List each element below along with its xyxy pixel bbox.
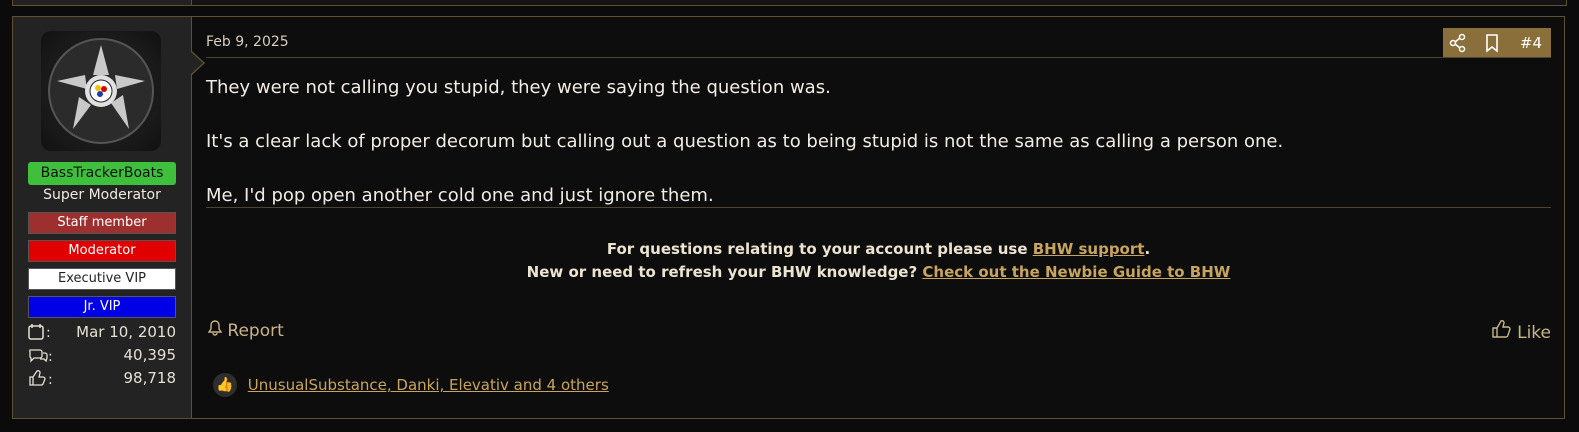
user-title: Super Moderator bbox=[43, 187, 161, 203]
thumbs-up-icon bbox=[1491, 320, 1512, 343]
thumbs-up-reaction-icon: 👍 bbox=[213, 373, 237, 397]
share-icon[interactable] bbox=[1449, 28, 1471, 58]
post-actions: #4 bbox=[1443, 28, 1551, 58]
username[interactable]: BassTrackerBoats bbox=[28, 162, 176, 185]
post-date[interactable]: Feb 9, 2025 bbox=[206, 34, 289, 50]
like-label: Like bbox=[1517, 323, 1551, 343]
stat-messages: : 40,395 bbox=[28, 346, 176, 366]
bhw-support-link[interactable]: BHW support bbox=[1033, 240, 1145, 258]
banner-staff-member: Staff member bbox=[28, 212, 176, 234]
report-button[interactable]: Report bbox=[207, 320, 284, 341]
newbie-guide-link[interactable]: Check out the Newbie Guide to BHW bbox=[922, 263, 1230, 281]
message-paragraph: It's a clear lack of proper decorum but … bbox=[206, 131, 1284, 152]
stat-joined: : Mar 10, 2010 bbox=[28, 323, 176, 343]
message-paragraph: Me, I'd pop open another cold one and ju… bbox=[206, 185, 714, 206]
previous-post-user-cell bbox=[13, 0, 192, 5]
chat-bubbles-icon: : bbox=[28, 346, 56, 368]
thumbs-up-outline-icon: : bbox=[28, 369, 56, 391]
bell-icon bbox=[207, 320, 223, 341]
banner-moderator: Moderator bbox=[28, 240, 176, 262]
stat-joined-value: Mar 10, 2010 bbox=[76, 323, 176, 341]
bookmark-icon[interactable] bbox=[1485, 28, 1503, 58]
stat-reaction-score-value: 98,718 bbox=[123, 369, 177, 387]
calendar-icon: : bbox=[28, 323, 56, 345]
svg-text::: : bbox=[48, 372, 53, 387]
banner-executive-vip: Executive VIP bbox=[28, 268, 176, 290]
post-message: They were not calling you stupid, they w… bbox=[206, 74, 1546, 236]
wheel-avatar-image bbox=[45, 35, 157, 147]
message-paragraph: They were not calling you stupid, they w… bbox=[206, 77, 831, 98]
reactions-bar: 👍 UnusualSubstance, Danki, Elevativ and … bbox=[213, 373, 609, 399]
reactions-list-link[interactable]: UnusualSubstance, Danki, Elevativ and 4 … bbox=[248, 376, 609, 394]
signature-divider bbox=[206, 207, 1551, 208]
forum-post: BassTrackerBoats Super Moderator Staff m… bbox=[12, 16, 1565, 419]
stat-reaction-score: : 98,718 bbox=[28, 369, 176, 389]
like-button[interactable]: Like bbox=[1491, 320, 1551, 343]
post-main: Feb 9, 2025 #4 They were not calling you… bbox=[206, 17, 1551, 418]
svg-text::: : bbox=[46, 325, 51, 341]
stat-messages-value: 40,395 bbox=[123, 346, 177, 364]
signature-line-2: New or need to refresh your BHW knowledg… bbox=[206, 261, 1551, 284]
signature-text: . bbox=[1144, 240, 1151, 258]
header-divider bbox=[206, 57, 1551, 58]
signature-line-1: For questions relating to your account p… bbox=[206, 238, 1551, 261]
user-cell: BassTrackerBoats Super Moderator Staff m… bbox=[13, 17, 192, 418]
post-number-link[interactable]: #4 bbox=[1520, 28, 1542, 58]
report-label: Report bbox=[227, 321, 284, 341]
signature-text: For questions relating to your account p… bbox=[606, 240, 1033, 258]
signature: For questions relating to your account p… bbox=[206, 238, 1551, 284]
user-cell-arrow bbox=[191, 52, 203, 74]
user-avatar[interactable] bbox=[41, 31, 161, 151]
banner-jr-vip: Jr. VIP bbox=[28, 296, 176, 318]
svg-text::: : bbox=[48, 349, 53, 364]
signature-text: New or need to refresh your BHW knowledg… bbox=[526, 263, 923, 281]
previous-post-edge bbox=[12, 0, 1567, 6]
